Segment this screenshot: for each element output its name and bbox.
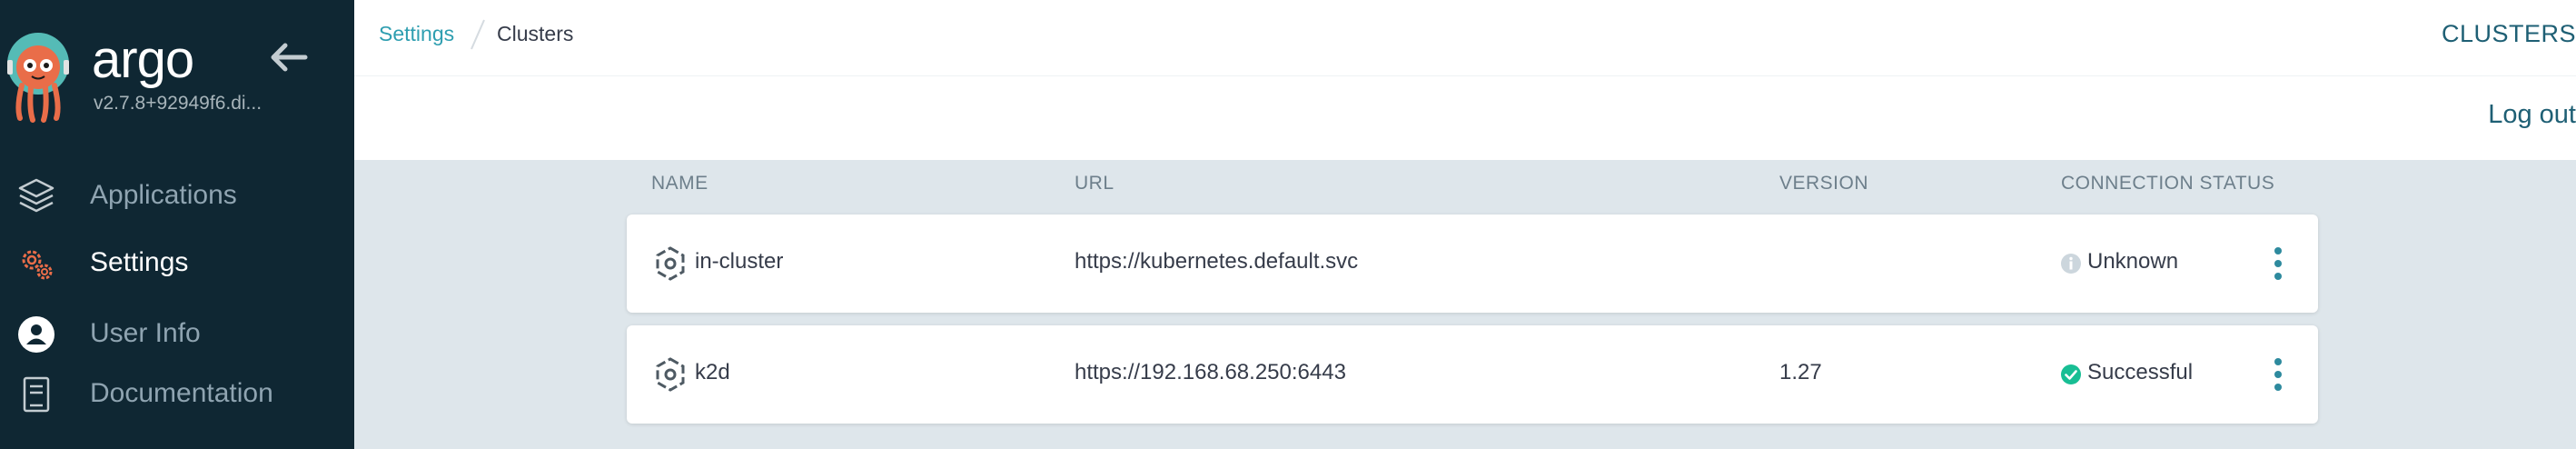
column-header-connection-status: CONNECTION STATUS <box>2061 173 2275 194</box>
column-header-name: NAME <box>651 173 708 194</box>
arrow-left-icon <box>271 43 308 72</box>
more-vertical-icon <box>2274 247 2282 280</box>
sidebar-item-user-info[interactable]: User Info <box>0 304 354 360</box>
cluster-url: https://192.168.68.250:6443 <box>1075 360 1346 384</box>
column-header-url: URL <box>1075 173 1115 194</box>
layers-icon <box>16 176 56 216</box>
breadcrumb-settings-link[interactable]: Settings <box>379 22 454 46</box>
sidebar-item-label: User Info <box>90 318 201 348</box>
connection-status: Unknown <box>2087 249 2179 274</box>
book-icon <box>16 374 56 414</box>
connection-status: Successful <box>2087 360 2194 384</box>
table-row[interactable]: k2d https://192.168.68.250:6443 1.27 Suc… <box>627 325 2318 424</box>
action-bar: Log out <box>354 76 2576 160</box>
cluster-name: in-cluster <box>695 249 784 274</box>
column-header-version: VERSION <box>1779 173 1869 194</box>
top-bar: Settings Clusters CLUSTERS <box>354 0 2576 76</box>
sidebar-item-settings[interactable]: Settings <box>0 233 354 289</box>
sidebar-item-label: Settings <box>90 247 189 277</box>
collapse-sidebar-button[interactable] <box>269 42 309 73</box>
row-actions-menu-button[interactable] <box>2267 244 2289 284</box>
info-icon <box>2060 253 2082 274</box>
row-actions-menu-button[interactable] <box>2267 354 2289 394</box>
logout-button[interactable]: Log out <box>2488 100 2576 130</box>
version-label: v2.7.8+92949f6.di... <box>94 93 263 114</box>
table-row[interactable]: in-cluster https://kubernetes.default.sv… <box>627 215 2318 313</box>
breadcrumb-separator <box>468 18 488 51</box>
sidebar: argo v2.7.8+92949f6.di... Applications S… <box>0 0 354 449</box>
sidebar-item-label: Applications <box>90 180 237 210</box>
cluster-icon <box>652 245 689 282</box>
argo-logo <box>2 33 74 124</box>
cluster-name: k2d <box>695 360 730 384</box>
cluster-version: 1.27 <box>1779 360 1822 384</box>
sidebar-item-documentation[interactable]: Documentation <box>0 364 354 420</box>
sidebar-item-label: Documentation <box>90 378 273 408</box>
cluster-url: https://kubernetes.default.svc <box>1075 249 1359 274</box>
gears-icon <box>16 244 56 284</box>
user-circle-icon <box>16 314 56 354</box>
more-vertical-icon <box>2274 358 2282 391</box>
cluster-icon <box>652 356 689 393</box>
sidebar-item-applications[interactable]: Applications <box>0 165 354 222</box>
breadcrumb-current: Clusters <box>497 22 574 45</box>
check-circle-icon <box>2060 364 2082 385</box>
brand-name: argo <box>92 30 194 89</box>
page-title: CLUSTERS <box>2441 20 2576 47</box>
